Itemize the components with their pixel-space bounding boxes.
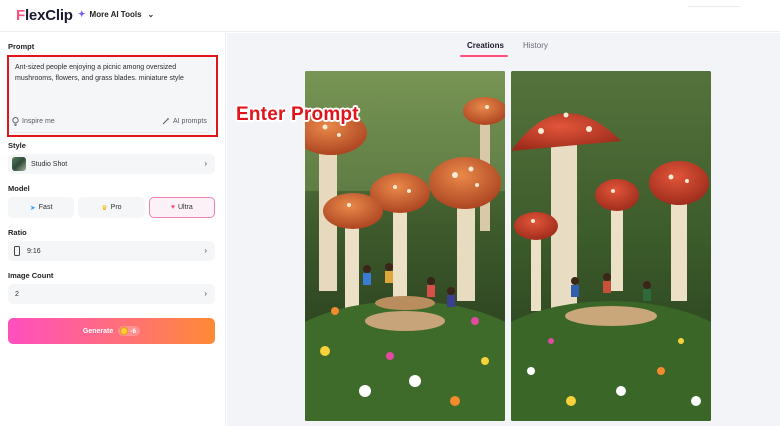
- portrait-ratio-icon: [14, 246, 20, 256]
- active-tab-indicator: [460, 55, 508, 57]
- heart-icon: ♥: [170, 204, 175, 211]
- top-right-divider: [688, 6, 740, 7]
- chevron-right-icon: ›: [204, 159, 207, 168]
- style-value: Studio Shot: [31, 160, 68, 168]
- model-pro-label: Pro: [110, 204, 122, 211]
- chevron-right-icon: ›: [204, 246, 207, 255]
- prompt-label: Prompt: [8, 42, 35, 51]
- style-select[interactable]: Studio Shot ›: [8, 154, 215, 174]
- style-label: Style: [8, 141, 26, 150]
- image-count-label: Image Count: [8, 271, 54, 280]
- credit-cost-value: -6: [130, 327, 137, 335]
- model-fast-button[interactable]: ➤ Fast: [8, 197, 75, 218]
- style-thumbnail: [12, 157, 26, 171]
- generate-button[interactable]: Generate -6: [8, 318, 215, 344]
- coin-icon: [120, 327, 129, 335]
- top-bar: FlexClip ✦ More AI Tools ⌄: [0, 0, 780, 32]
- crown-icon: ♛: [101, 204, 108, 212]
- image-count-select[interactable]: 2 ›: [8, 284, 215, 304]
- model-label: Model: [8, 184, 30, 193]
- results-panel: Creations History: [227, 33, 780, 426]
- more-ai-tools-menu[interactable]: ✦ More AI Tools ⌄: [78, 9, 154, 20]
- logo-initial: F: [16, 7, 25, 24]
- tab-creations[interactable]: Creations: [467, 41, 504, 50]
- prompt-highlight-frame: [7, 55, 218, 137]
- model-pro-button[interactable]: ♛ Pro: [78, 197, 145, 218]
- enter-prompt-callout: Enter Prompt: [236, 104, 359, 125]
- more-ai-tools-label: More AI Tools: [89, 10, 142, 19]
- model-ultra-label: Ultra: [178, 204, 193, 211]
- image-count-value: 2: [15, 290, 19, 298]
- mushroom-picnic-image-2: [511, 71, 711, 421]
- fast-icon: ➤: [29, 204, 36, 212]
- ratio-select[interactable]: 9:16 ›: [8, 241, 215, 261]
- left-panel: Prompt Ant-sized people enjoying a picni…: [0, 33, 226, 426]
- model-selector: ➤ Fast ♛ Pro ♥ Ultra: [8, 197, 215, 218]
- tab-history[interactable]: History: [523, 41, 548, 50]
- generated-image-2[interactable]: [511, 71, 711, 421]
- sparkle-icon: ✦: [78, 9, 86, 19]
- model-fast-label: Fast: [38, 204, 53, 211]
- generate-label: Generate: [82, 327, 114, 335]
- model-ultra-button[interactable]: ♥ Ultra: [148, 197, 215, 218]
- logo-text: lexClip: [24, 7, 73, 24]
- flexclip-logo[interactable]: FlexClip: [16, 7, 73, 24]
- ratio-label: Ratio: [8, 228, 27, 237]
- chevron-right-icon: ›: [204, 289, 207, 298]
- chevron-down-icon: ⌄: [147, 10, 155, 19]
- ratio-value: 9:16: [27, 247, 41, 255]
- credit-cost-badge: -6: [118, 326, 141, 336]
